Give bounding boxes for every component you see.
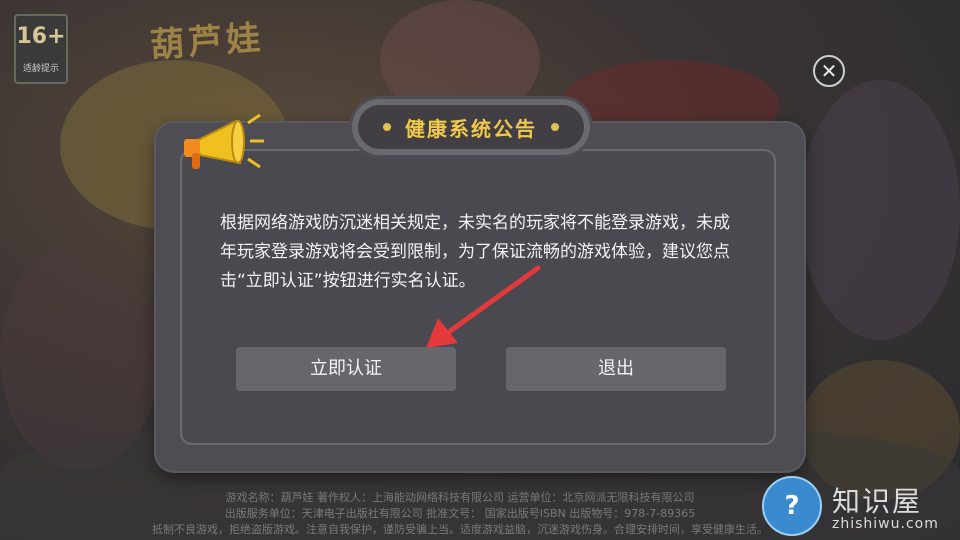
exit-button[interactable]: 退出 [506,347,726,391]
game-screen: 16+ 适龄提示 葫芦娃 ✕ 游戏名称：葫芦娃 著作权人：上海能动网络科技有限公… [0,0,960,540]
header-dot-icon [551,123,559,131]
footer-line: 游戏名称：葫芦娃 著作权人：上海能动网络科技有限公司 运营单位：北京网派无限科技… [225,491,695,504]
watermark-logo-icon: ? [762,476,822,536]
dialog-header: 健康系统公告 [352,99,590,155]
dialog-title: 健康系统公告 [405,116,537,141]
megaphone-icon [184,113,264,169]
age-rating: 16+ [16,24,66,49]
background-art-character [800,80,960,340]
footer-line: 出版服务单位：天津电子出版社有限公司 批准文号： 国家出版号ISBN 出版物号：… [224,507,696,520]
header-dot-icon [383,123,391,131]
game-footer-info: 游戏名称：葫芦娃 著作权人：上海能动网络科技有限公司 运营单位：北京网派无限科技… [140,490,780,538]
age-rating-badge: 16+ 适龄提示 [14,14,68,84]
health-notice-dialog: 根据网络游戏防沉迷相关规定，未实名的玩家将不能登录游戏，未成年玩家登录游戏将会受… [156,99,804,471]
verify-now-button[interactable]: 立即认证 [236,347,456,391]
site-watermark: ? 知识屋 zhishiwu.com [762,476,960,540]
close-icon: ✕ [820,59,838,83]
watermark-domain: zhishiwu.com [832,516,939,532]
age-rating-tip: 适龄提示 [22,64,59,74]
close-button[interactable]: ✕ [813,55,845,87]
dialog-message: 根据网络游戏防沉迷相关规定，未实名的玩家将不能登录游戏，未成年玩家登录游戏将会受… [220,213,730,291]
dialog-content-frame: 根据网络游戏防沉迷相关规定，未实名的玩家将不能登录游戏，未成年玩家登录游戏将会受… [180,149,776,445]
game-logo: 葫芦娃 [148,18,266,66]
watermark-title: 知识屋 [832,485,923,518]
footer-line: 抵制不良游戏，拒绝盗版游戏。注意自我保护，谨防受骗上当。适度游戏益脑，沉迷游戏伤… [152,523,768,536]
